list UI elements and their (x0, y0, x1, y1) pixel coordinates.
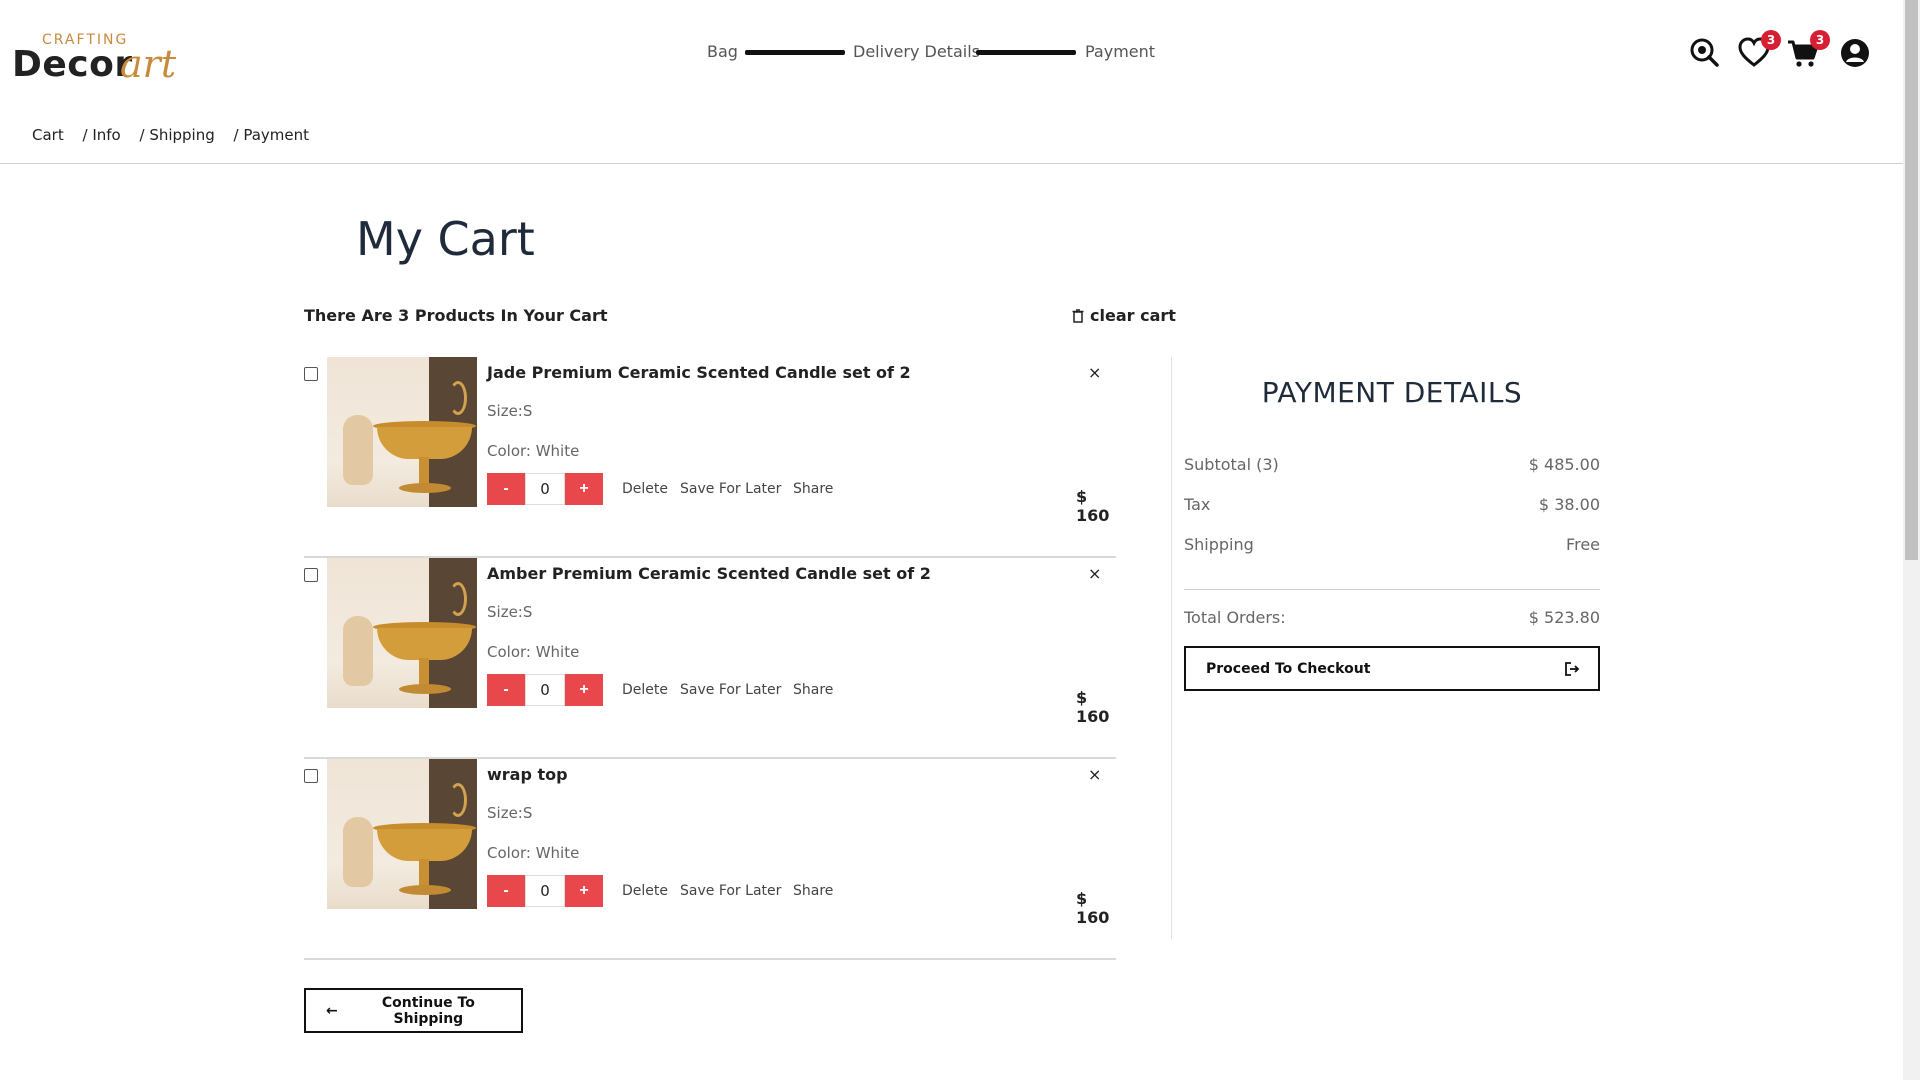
clear-cart-button[interactable]: clear cart (1072, 306, 1176, 325)
product-size: Size:S (487, 804, 533, 822)
step-delivery-details[interactable]: Delivery Details (853, 42, 980, 61)
step-payment[interactable]: Payment (1085, 42, 1155, 61)
product-price: $ 160 (1076, 688, 1110, 726)
item-select-checkbox[interactable] (304, 769, 318, 783)
product-color: Color: White (487, 643, 580, 661)
cart-badge: 3 (1810, 30, 1830, 50)
tax-label: Tax (1184, 495, 1211, 514)
user-icon[interactable] (1838, 36, 1872, 70)
product-size: Size:S (487, 603, 533, 621)
header-divider (0, 163, 1903, 164)
share-link[interactable]: Share (793, 682, 833, 698)
item-select-checkbox[interactable] (304, 568, 318, 582)
shipping-label: Shipping (1184, 535, 1254, 554)
trash-icon (1072, 308, 1084, 323)
clear-cart-label: clear cart (1090, 306, 1176, 325)
quantity-decrease-button[interactable]: - (487, 674, 525, 706)
proceed-to-checkout-button[interactable]: Proceed To Checkout (1184, 646, 1600, 691)
total-row: Total Orders: $ 523.80 (1184, 608, 1600, 627)
step-connector (745, 50, 845, 55)
breadcrumb: Cart / Info / Shipping / Payment (32, 126, 323, 144)
delete-link[interactable]: Delete (622, 481, 668, 497)
product-name[interactable]: wrap top (487, 765, 568, 784)
quantity-input[interactable] (525, 674, 565, 706)
quantity-increase-button[interactable]: + (565, 674, 603, 706)
search-icon[interactable] (1688, 36, 1722, 70)
tax-value: $ 38.00 (1538, 495, 1600, 514)
save-for-later-link[interactable]: Save For Later (680, 481, 781, 497)
step-connector (976, 50, 1076, 55)
page-scrollbar[interactable] (1903, 0, 1920, 1080)
subtotal-label: Subtotal (3) (1184, 455, 1279, 474)
checkout-exit-icon (1565, 661, 1580, 676)
save-for-later-link[interactable]: Save For Later (680, 682, 781, 698)
item-select-checkbox[interactable] (304, 367, 318, 381)
save-for-later-link[interactable]: Save For Later (680, 883, 781, 899)
product-color: Color: White (487, 442, 580, 460)
payment-details-title: PAYMENT DETAILS (1261, 376, 1523, 409)
column-divider (1171, 357, 1172, 939)
shipping-value: Free (1566, 535, 1600, 554)
step-bag[interactable]: Bag (707, 42, 738, 61)
breadcrumb-payment[interactable]: / Payment (234, 126, 310, 144)
total-label: Total Orders: (1184, 608, 1286, 627)
product-image[interactable] (327, 357, 477, 507)
breadcrumb-shipping[interactable]: / Shipping (140, 126, 215, 144)
product-price: $ 160 (1076, 889, 1110, 927)
quantity-decrease-button[interactable]: - (487, 875, 525, 907)
delete-link[interactable]: Delete (622, 883, 668, 899)
product-image[interactable] (327, 558, 477, 708)
product-size: Size:S (487, 402, 533, 420)
subtotal-value: $ 485.00 (1528, 455, 1600, 474)
breadcrumb-info[interactable]: / Info (83, 126, 121, 144)
payment-divider (1184, 589, 1600, 590)
share-link[interactable]: Share (793, 883, 833, 899)
wishlist-badge: 3 (1761, 30, 1781, 50)
cart-item: Jade Premium Ceramic Scented Candle set … (304, 357, 1116, 558)
close-icon[interactable]: × (1088, 363, 1101, 382)
cart-item: wrap top Size:S Color: White - + Delete … (304, 759, 1116, 960)
share-link[interactable]: Share (793, 481, 833, 497)
continue-to-shipping-button[interactable]: ← Continue To Shipping (304, 988, 523, 1033)
product-price: $ 160 (1076, 487, 1110, 525)
product-name[interactable]: Jade Premium Ceramic Scented Candle set … (487, 363, 911, 382)
cart-button[interactable]: 3 (1786, 30, 1830, 70)
subtotal-row: Subtotal (3) $ 485.00 (1184, 455, 1600, 474)
quantity-input[interactable] (525, 473, 565, 505)
page-title: My Cart (356, 212, 535, 266)
checkout-label: Proceed To Checkout (1206, 660, 1371, 677)
product-name[interactable]: Amber Premium Ceramic Scented Candle set… (487, 564, 931, 583)
close-icon[interactable]: × (1088, 564, 1101, 583)
quantity-decrease-button[interactable]: - (487, 473, 525, 505)
quantity-input[interactable] (525, 875, 565, 907)
shipping-row: Shipping Free (1184, 535, 1600, 554)
cart-item: Amber Premium Ceramic Scented Candle set… (304, 558, 1116, 759)
product-color: Color: White (487, 844, 580, 862)
arrow-left-icon: ← (326, 1002, 338, 1019)
close-icon[interactable]: × (1088, 765, 1101, 784)
scrollbar-thumb[interactable] (1905, 0, 1918, 560)
total-value: $ 523.80 (1528, 608, 1600, 627)
breadcrumb-cart[interactable]: Cart (32, 126, 64, 144)
quantity-increase-button[interactable]: + (565, 875, 603, 907)
delete-link[interactable]: Delete (622, 682, 668, 698)
cart-count-text: There Are 3 Products In Your Cart (304, 306, 608, 325)
continue-label: Continue To Shipping (381, 994, 475, 1027)
quantity-increase-button[interactable]: + (565, 473, 603, 505)
checkout-steps: Bag Delivery Details Payment (0, 42, 1920, 66)
product-image[interactable] (327, 759, 477, 909)
wishlist-button[interactable]: 3 (1737, 30, 1781, 70)
tax-row: Tax $ 38.00 (1184, 495, 1600, 514)
